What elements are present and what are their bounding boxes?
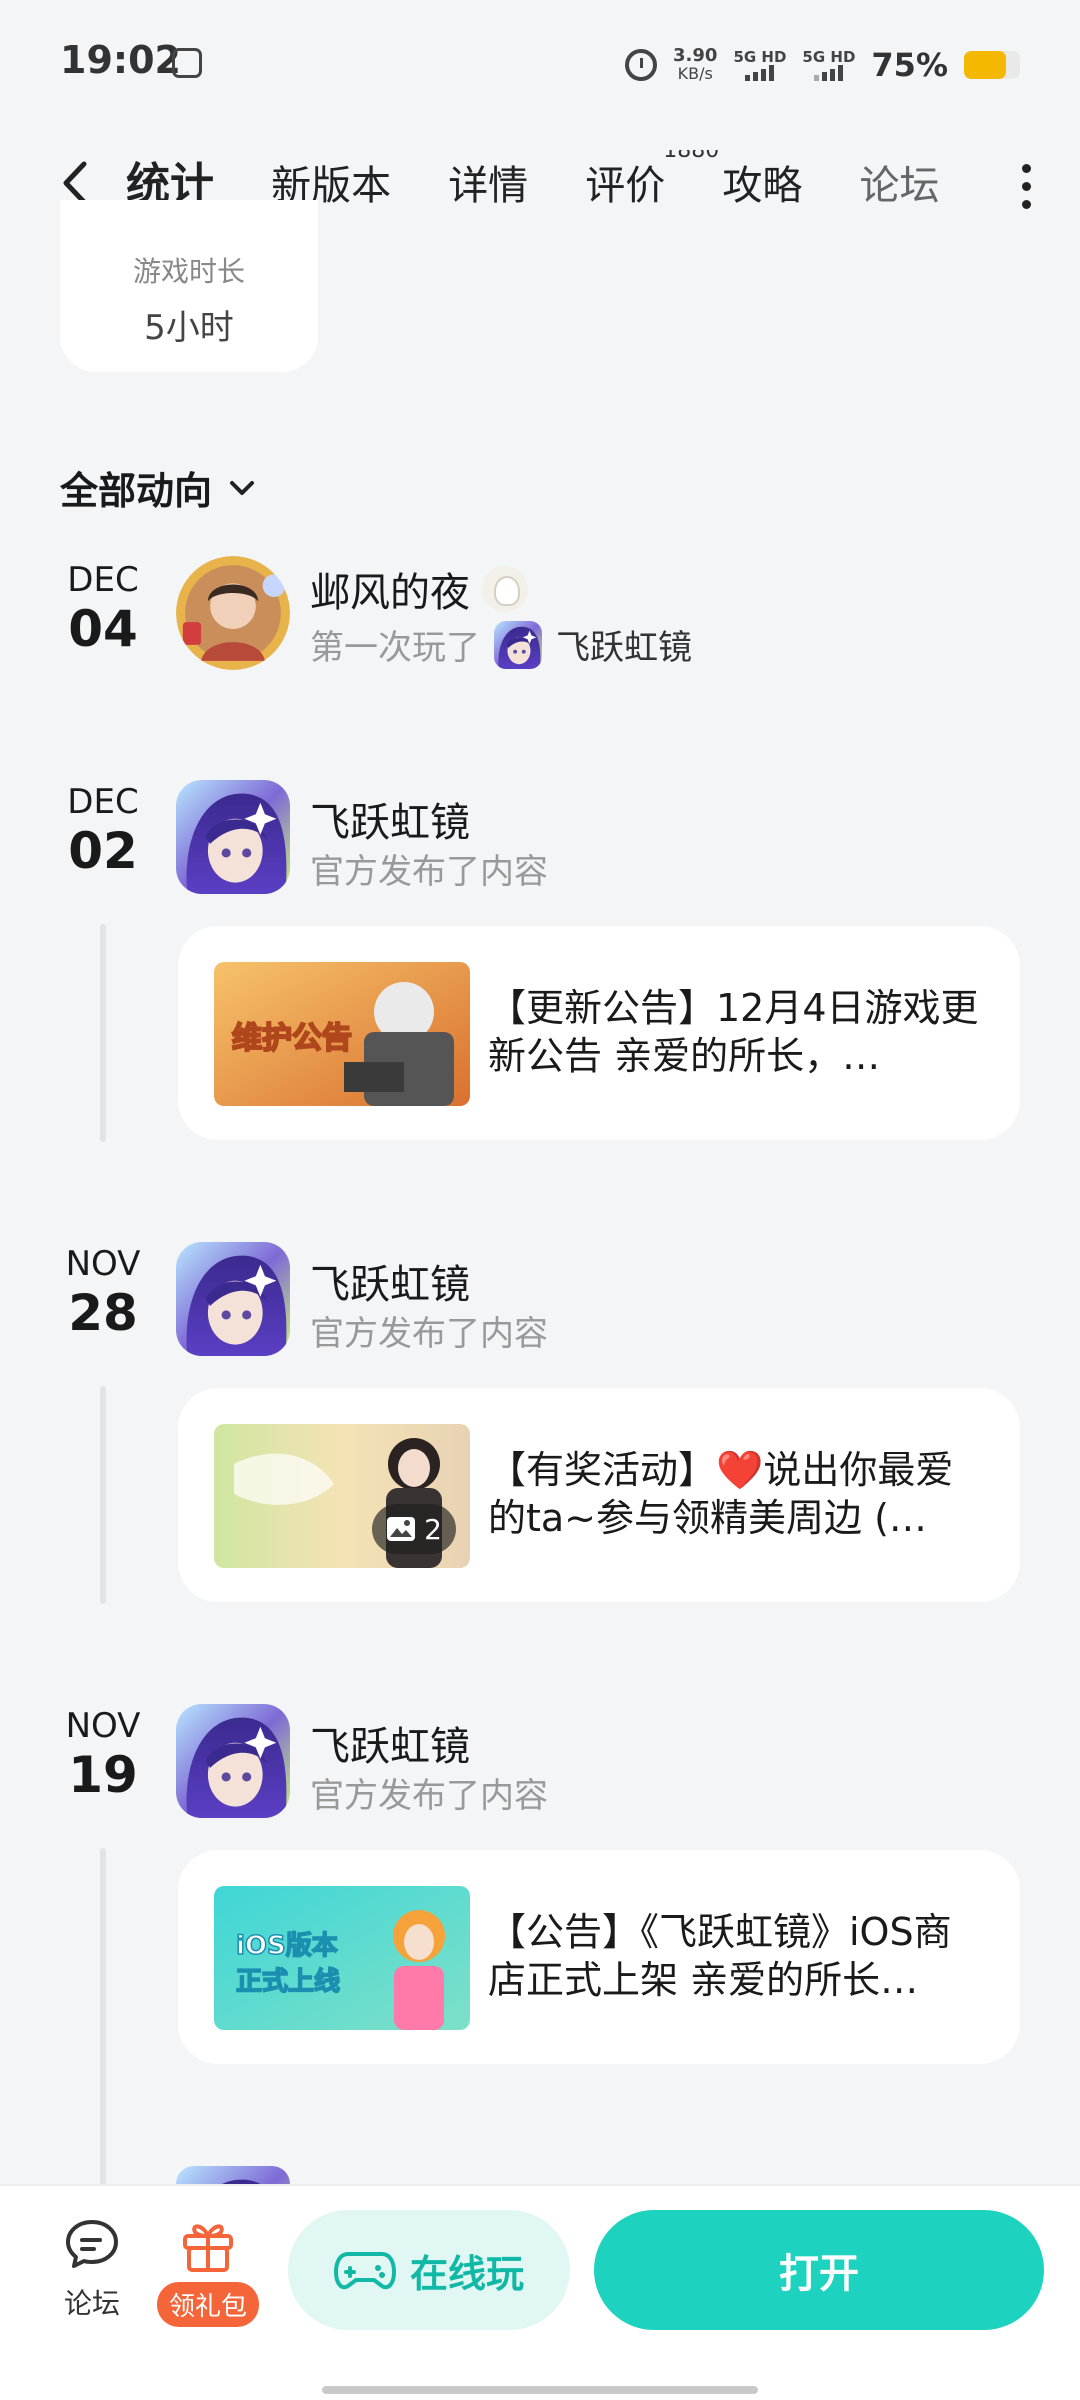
- post-thumbnail: 2: [214, 1424, 470, 1568]
- timeline-line: [100, 1848, 106, 2188]
- user-name: 邺风的夜: [310, 570, 470, 616]
- review-count-badge: 1880: [663, 150, 720, 163]
- tab-details[interactable]: 详情: [448, 151, 528, 230]
- entry-month: DEC: [67, 782, 139, 822]
- game-icon[interactable]: [176, 780, 290, 894]
- activity-filter-dropdown[interactable]: 全部动向: [60, 460, 256, 515]
- bottom-action-bar: 论坛 领礼包 在线玩 打开: [0, 2184, 1080, 2400]
- post-text: 【公告】《飞跃虹镜》iOS商店正式上架 亲爱的所长…: [488, 1910, 952, 2002]
- avatar-sticker-icon: [482, 566, 528, 612]
- game-icon: [176, 2166, 290, 2184]
- entry-subtitle: 官方发布了内容: [310, 1768, 548, 1817]
- battery-percent: 75%: [871, 46, 948, 84]
- gamepad-icon: [333, 2252, 396, 2290]
- image-count-badge: 2: [372, 1504, 456, 1554]
- more-options-icon[interactable]: [1016, 164, 1036, 214]
- entry-title[interactable]: 飞跃虹镜: [310, 1252, 470, 1310]
- entry-title[interactable]: 飞跃虹镜: [310, 1714, 470, 1772]
- tab-label: 详情: [448, 163, 529, 209]
- gift-icon: [183, 2224, 233, 2272]
- entry-title[interactable]: 邺风的夜: [310, 560, 528, 618]
- timeline-line: [100, 924, 106, 1142]
- status-icons: 3.90 KB/s 5G HD 5G HD 75%: [625, 40, 1020, 90]
- battery-icon: [964, 51, 1020, 79]
- play-online-button[interactable]: 在线玩: [288, 2210, 570, 2330]
- entry-day: 02: [68, 822, 138, 880]
- app-notification-icon: [172, 48, 202, 78]
- entry-subtitle: 官方发布了内容: [310, 1306, 548, 1355]
- game-name[interactable]: 飞跃虹镜: [556, 620, 692, 669]
- playtime-card: 游戏时长 5小时: [60, 200, 318, 372]
- forum-label: 论坛: [63, 2287, 120, 2320]
- entry-date: NOV 28: [58, 1244, 148, 1342]
- gift-label: 领礼包: [156, 2282, 259, 2327]
- user-avatar[interactable]: [176, 556, 290, 670]
- signal-icon: 5G HD: [733, 49, 786, 81]
- thumbnail-text: 维护公告: [232, 1021, 352, 1056]
- entry-month: NOV: [65, 1706, 141, 1746]
- publisher-name: 飞跃虹镜: [310, 1262, 470, 1308]
- sim1-label: 5G HD: [733, 48, 787, 66]
- image-count: 2: [424, 1512, 442, 1546]
- post-card[interactable]: iOS版本 正式上线 【公告】《飞跃虹镜》iOS商店正式上架 亲爱的所长…: [178, 1850, 1020, 2064]
- tab-label: 攻略: [722, 163, 803, 209]
- gift-pack-button[interactable]: 领礼包: [150, 2216, 266, 2327]
- thumbnail-text: iOS版本: [236, 1931, 338, 1961]
- playtime-value: 5小时: [144, 308, 234, 348]
- publisher-name: 飞跃虹镜: [310, 800, 470, 846]
- post-card[interactable]: 维护公告 【更新公告】12月4日游戏更新公告 亲爱的所长，…: [178, 926, 1020, 1140]
- post-thumbnail: iOS版本 正式上线: [214, 1886, 470, 2030]
- entry-title[interactable]: 飞跃虹镜: [310, 790, 470, 848]
- entry-date: DEC 02: [58, 782, 148, 880]
- post-text: 【有奖活动】❤️说出你最爱的ta~参与领精美周边 (…: [488, 1448, 954, 1540]
- publisher-name: 飞跃虹镜: [310, 1724, 470, 1770]
- network-speed-value: 3.90: [673, 45, 718, 66]
- forum-button[interactable]: 论坛: [52, 2216, 132, 2322]
- status-time: 19:02: [60, 38, 181, 82]
- tab-reviews[interactable]: 评价 1880: [585, 150, 719, 230]
- post-card[interactable]: 2 【有奖活动】❤️说出你最爱的ta~参与领精美周边 (…: [178, 1388, 1020, 1602]
- entry-day: 19: [68, 1746, 138, 1804]
- sim2-label: 5G HD: [802, 48, 856, 66]
- tab-forum[interactable]: 论坛: [859, 151, 939, 230]
- image-icon: [387, 1517, 416, 1541]
- entry-day: 04: [68, 600, 138, 658]
- tab-label: 评价: [585, 163, 666, 209]
- entry-subtitle: 第一次玩了 飞跃虹镜: [310, 620, 692, 669]
- chevron-down-icon: [230, 480, 255, 495]
- play-online-label: 在线玩: [409, 2251, 524, 2296]
- home-indicator[interactable]: [322, 2386, 758, 2394]
- thumbnail-text: 正式上线: [236, 1967, 340, 1997]
- entry-date: DEC 04: [58, 560, 148, 658]
- open-label: 打开: [779, 2251, 859, 2297]
- alarm-icon: [625, 49, 658, 81]
- entry-month: DEC: [67, 560, 139, 600]
- entry-date: NOV 19: [58, 1706, 148, 1804]
- battery-fill: [964, 51, 1006, 79]
- forum-icon: [66, 2220, 118, 2268]
- post-thumbnail: 维护公告: [214, 962, 470, 1106]
- entry-subtitle: 官方发布了内容: [310, 844, 548, 893]
- signal-icon: 5G HD: [802, 49, 855, 81]
- entry-action: 官方发布了内容: [310, 1776, 548, 1816]
- tab-label: 论坛: [859, 163, 940, 209]
- post-text: 【更新公告】12月4日游戏更新公告 亲爱的所长，…: [488, 986, 979, 1078]
- open-game-button[interactable]: 打开: [594, 2210, 1044, 2330]
- entry-month: NOV: [65, 1244, 141, 1284]
- entry-action: 官方发布了内容: [310, 1314, 548, 1354]
- game-icon: [494, 620, 542, 669]
- game-icon[interactable]: [176, 1242, 290, 1356]
- status-bar: 19:02 3.90 KB/s 5G HD 5G HD 75%: [0, 0, 1080, 120]
- playtime-label: 游戏时长: [132, 255, 245, 288]
- filter-label: 全部动向: [60, 469, 213, 513]
- game-icon[interactable]: [176, 1704, 290, 1818]
- network-speed: 3.90 KB/s: [673, 47, 717, 83]
- entry-day: 28: [68, 1284, 138, 1342]
- entry-action: 第一次玩了: [310, 628, 480, 668]
- tab-guides[interactable]: 攻略: [722, 151, 802, 230]
- network-speed-unit: KB/s: [677, 64, 713, 83]
- entry-action: 官方发布了内容: [310, 852, 548, 892]
- timeline-line: [100, 1386, 106, 1604]
